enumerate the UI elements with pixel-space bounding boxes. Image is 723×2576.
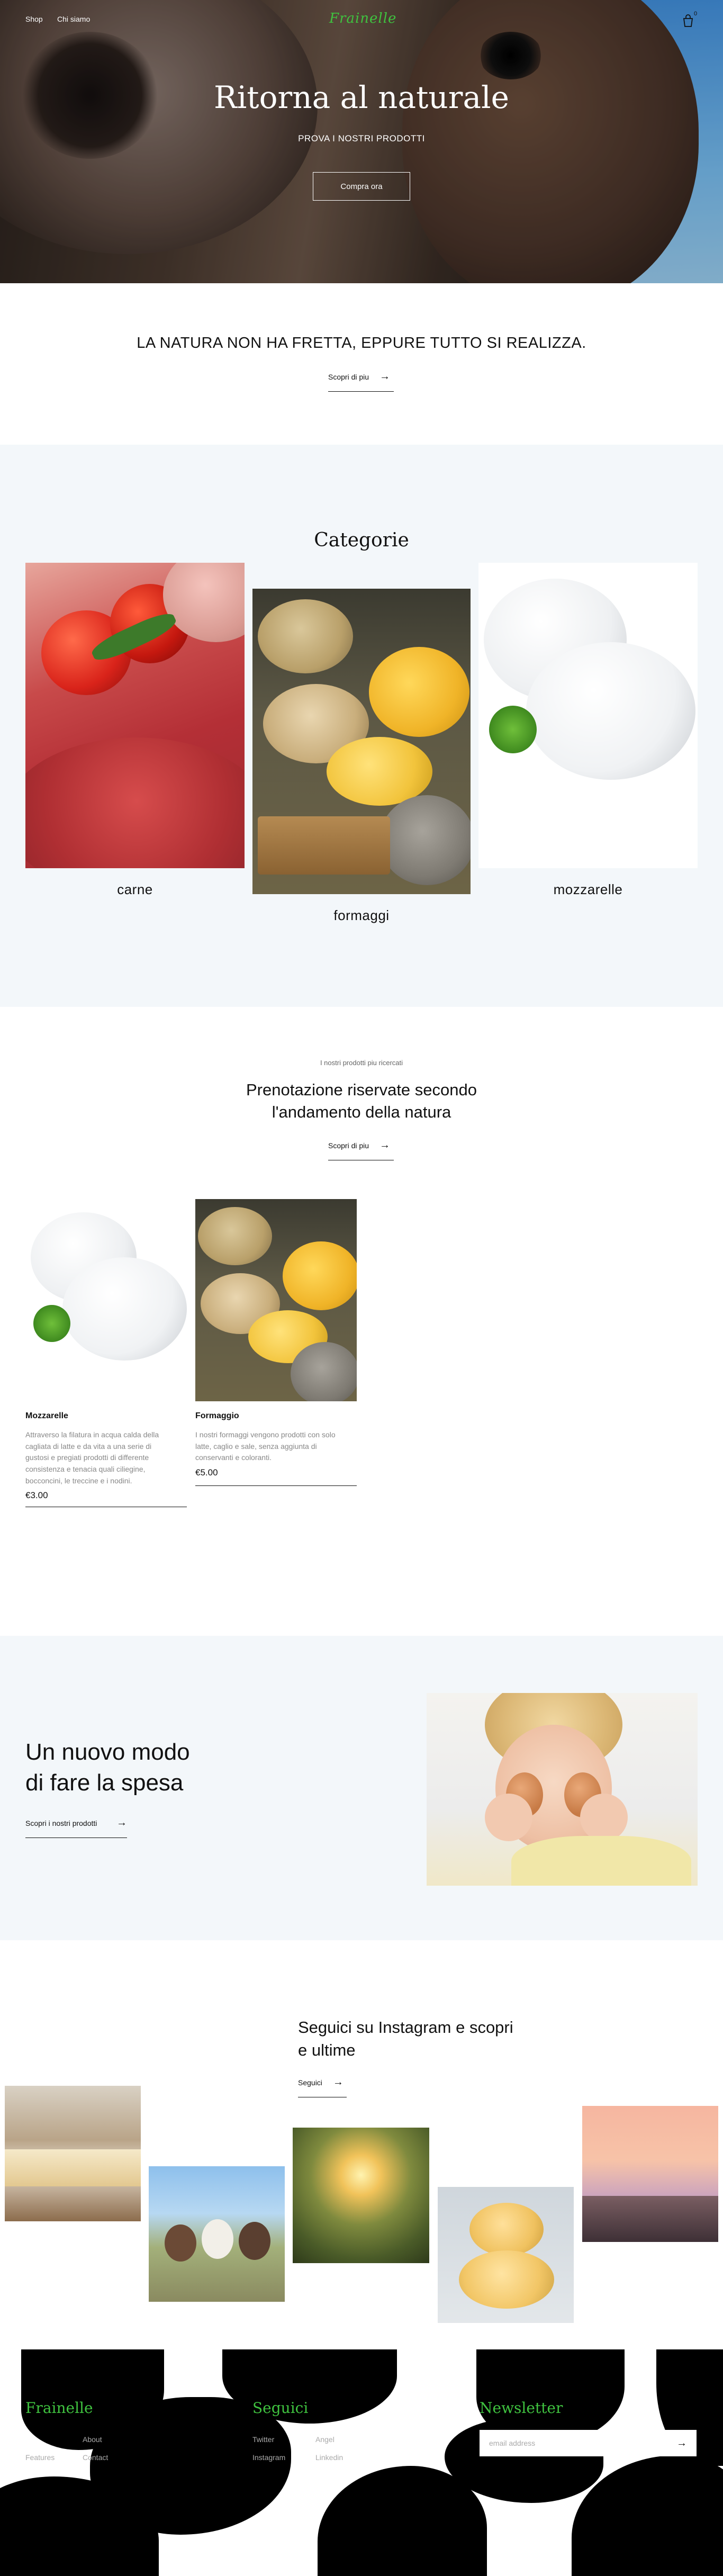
instagram-title-line-2: e ultime [298,2041,356,2059]
instagram-title-line-1: Seguici su Instagram e scopri [298,2018,513,2037]
instagram-photo-cows[interactable] [149,2166,285,2302]
product-price: €3.00 [25,1490,48,1500]
product-description: I nostri formaggi vengono prodotti con s… [195,1430,336,1462]
nav-about-link[interactable]: Chi siamo [57,15,90,23]
product-price: €5.00 [195,1467,218,1478]
product-name[interactable]: Formaggio [195,1411,239,1421]
product-divider [195,1485,357,1486]
featured-discover-link[interactable]: Scopri di piu → [328,1139,394,1160]
hero-title: Ritorna al naturale [214,79,509,115]
footer-link-twitter[interactable]: Twitter [252,2435,274,2444]
footer-link-linkedin[interactable]: Linkedin [315,2453,343,2462]
sweater [511,1836,691,1886]
categories-title: Categorie [314,529,409,551]
shop-now-button[interactable]: Compra ora [313,172,410,201]
cart-count: 0 [694,11,698,17]
category-label-formaggi[interactable]: formaggi [252,907,471,924]
category-label-carne[interactable]: carne [25,881,245,898]
instagram-photo-sunset-field[interactable] [293,2128,429,2263]
product-name[interactable]: Mozzarelle [25,1411,68,1421]
instagram-photo-cheese[interactable] [438,2187,574,2323]
arrow-right-icon: → [116,1817,127,1829]
footer-newsletter-title: Newsletter [480,2399,563,2417]
shop-products-label: Scopri i nostri prodotti [25,1818,97,1827]
cheese-wheel-image [369,647,469,737]
arrow-right-icon: → [379,1139,391,1151]
featured-eyebrow: I nostri prodotti piu ricercati [320,1059,403,1067]
featured-title-line-1: Prenotazione riservate secondo [246,1080,477,1099]
instagram-photo-misty-hills[interactable] [582,2106,718,2242]
follow-instagram-link[interactable]: Seguici → [298,2076,347,2097]
follow-instagram-label: Seguici [298,2078,322,2087]
discover-more-link[interactable]: Scopri di piu → [328,371,394,392]
featured-title-line-2: l'andamento della natura [272,1103,451,1121]
footer [0,2349,723,2576]
basil-leaf [489,706,537,753]
hero-subtitle: PROVA I NOSTRI PRODOTTI [298,133,425,143]
promo-title-line-1: Un nuovo modo [25,1739,190,1765]
footer-link-angel[interactable]: Angel [315,2435,335,2444]
arrow-right-icon: → [379,371,391,382]
footer-brand[interactable]: Frainelle [25,2399,93,2417]
footer-link-instagram[interactable]: Instagram [252,2453,285,2462]
product-description: Attraverso la filatura in acqua calda de… [25,1430,159,1485]
cart-button[interactable]: 0 [681,11,698,29]
footer-link-contact[interactable]: Contact [83,2453,108,2462]
shop-products-link[interactable]: Scopri i nostri prodotti → [25,1817,127,1838]
footer-link-features[interactable]: Features [25,2453,55,2462]
category-card-mozzarelle[interactable] [478,563,698,868]
category-card-formaggi[interactable] [252,589,471,894]
footer-follow-title: Seguici [252,2399,309,2417]
product-image-mozzarelle[interactable] [25,1199,187,1393]
promo-image-girl-eggs [427,1693,698,1886]
footer-link-about[interactable]: About [83,2435,102,2444]
category-card-carne[interactable] [25,563,245,868]
category-label-mozzarelle[interactable]: mozzarelle [478,881,698,898]
instagram-photo-deli-counter[interactable] [5,2086,141,2221]
promo-title-line-2: di fare la spesa [25,1770,184,1796]
nav-shop-link[interactable]: Shop [25,15,43,23]
steak-image [25,737,245,868]
brand-logo[interactable]: Frainelle [329,11,396,26]
discover-more-label: Scopri di piu [328,372,369,381]
quote-text: LA NATURA NON HA FRETTA, EPPURE TUTTO SI… [137,335,586,352]
featured-discover-label: Scopri di piu [328,1141,369,1150]
newsletter-placeholder: email address [489,2439,536,2447]
arrow-right-icon: → [332,2076,344,2088]
newsletter-email-field[interactable]: email address → [480,2430,697,2456]
arrow-right-icon[interactable]: → [676,2437,687,2449]
product-image-formaggio[interactable] [195,1199,357,1401]
